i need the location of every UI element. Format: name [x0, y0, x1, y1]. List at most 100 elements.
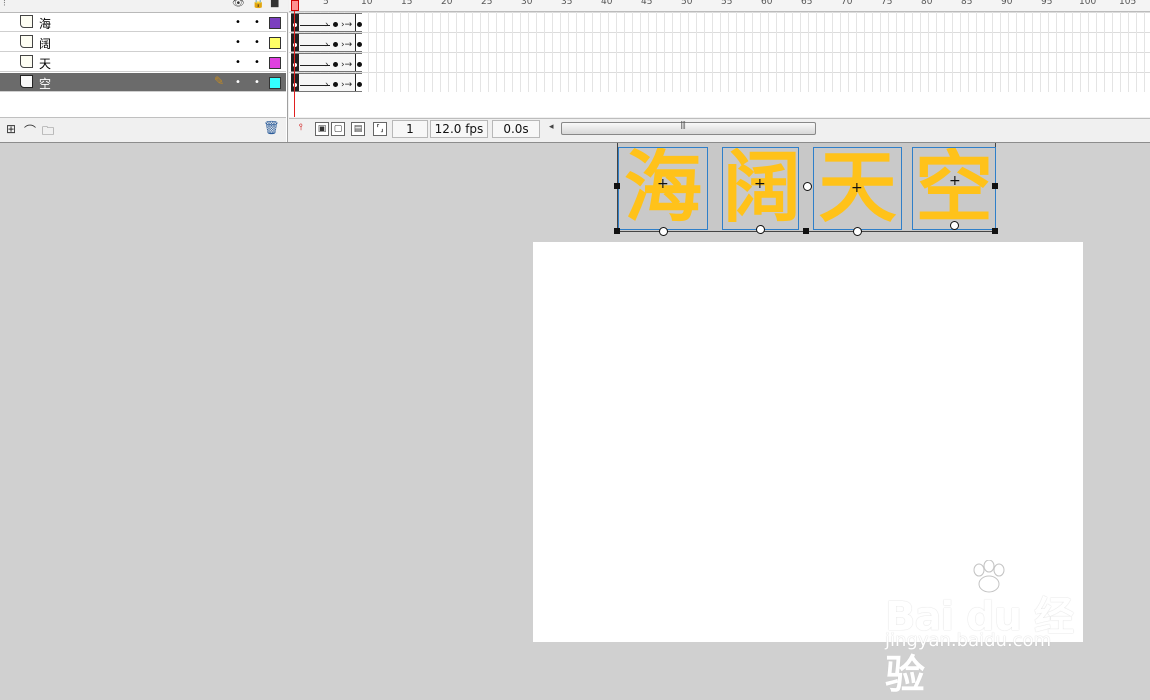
- onion-skin-icon[interactable]: ▣: [315, 122, 329, 136]
- layer-color-swatch[interactable]: [269, 77, 281, 89]
- layer-row-kong[interactable]: 空 ✎ • •: [0, 73, 286, 92]
- ruler-label: 95: [1041, 0, 1053, 7]
- layer-color-swatch[interactable]: [269, 37, 281, 49]
- start-keyframe[interactable]: [291, 54, 299, 71]
- arrowhead-icon: ›→: [341, 80, 353, 90]
- outline-icon[interactable]: ■: [270, 0, 279, 9]
- ruler-label: 35: [561, 0, 573, 7]
- start-keyframe[interactable]: [291, 74, 299, 91]
- transform-point[interactable]: [853, 227, 862, 236]
- horizontal-scrollbar[interactable]: |||: [561, 120, 816, 135]
- arrowhead-icon: ›→: [341, 60, 353, 70]
- resize-handle[interactable]: [803, 228, 809, 234]
- transform-point[interactable]: [756, 225, 765, 234]
- layer-icon: [20, 15, 33, 28]
- watermark-url: jingyan.baidu.com: [885, 630, 1052, 651]
- layer-row-hai[interactable]: 海 • •: [0, 13, 286, 32]
- center-frame-icon[interactable]: ⫯: [295, 122, 307, 134]
- ruler-label: 10: [361, 0, 373, 7]
- frames-area[interactable]: 5 10 15 20 25 30 35 40 45 50 55 60 65 70…: [289, 0, 1150, 117]
- start-keyframe[interactable]: [291, 34, 299, 51]
- keyframe[interactable]: [333, 22, 338, 27]
- layer-color-swatch[interactable]: [269, 57, 281, 69]
- baidu-jingyan-watermark: Bai du 经验 jingyan.baidu.com: [885, 560, 1085, 698]
- visibility-dot[interactable]: •: [235, 77, 241, 88]
- scroll-left-arrow-icon[interactable]: ◂: [549, 122, 554, 132]
- ruler-label: 90: [1001, 0, 1013, 7]
- registration-cross-icon[interactable]: +: [851, 180, 863, 196]
- visibility-dot[interactable]: •: [235, 37, 241, 48]
- lock-dot[interactable]: •: [254, 37, 260, 48]
- trash-icon[interactable]: 🗑: [263, 121, 280, 136]
- registration-cross-icon[interactable]: +: [949, 173, 961, 189]
- playhead-handle[interactable]: [291, 0, 299, 11]
- ruler-label: 5: [323, 0, 329, 7]
- new-folder-icon[interactable]: 🗀: [42, 122, 54, 143]
- transform-center-point[interactable]: [803, 182, 812, 191]
- ruler-label: 50: [681, 0, 693, 7]
- keyframe[interactable]: [333, 42, 338, 47]
- layer-color-swatch[interactable]: [269, 17, 281, 29]
- lock-dot[interactable]: •: [254, 57, 260, 68]
- lock-dot[interactable]: •: [254, 77, 260, 88]
- frame-grid[interactable]: [289, 12, 1150, 92]
- pencil-icon: ✎: [214, 74, 225, 88]
- resize-handle[interactable]: [992, 228, 998, 234]
- registration-cross-icon[interactable]: +: [754, 176, 766, 192]
- layer-row-tian[interactable]: 天 • •: [0, 53, 286, 72]
- ruler-label: 60: [761, 0, 773, 7]
- timeline-footer: ⫯ ▣ ▢ ▤ ⸢⸥ 1 12.0 fps 0.0s ◂ |||: [289, 118, 1150, 142]
- eye-icon[interactable]: 👁: [232, 0, 245, 9]
- layer-panel-header: ⁝ 👁 🔒 ■: [0, 0, 288, 13]
- layer-icon: [20, 75, 33, 88]
- ruler-label: 55: [721, 0, 733, 7]
- new-layer-icon[interactable]: ⊞: [6, 122, 16, 136]
- add-motion-guide-icon[interactable]: ⌒: [24, 122, 36, 139]
- lock-icon[interactable]: 🔒: [252, 0, 264, 9]
- end-keyframe[interactable]: [355, 14, 362, 31]
- frame-ruler[interactable]: 5 10 15 20 25 30 35 40 45 50 55 60 65 70…: [289, 0, 1150, 12]
- playhead-line: [294, 11, 295, 117]
- layer-row-kuo[interactable]: 阔 • •: [0, 33, 286, 52]
- arrowhead-icon: ›: [325, 40, 329, 50]
- ruler-label: 15: [401, 0, 413, 7]
- resize-handle[interactable]: [614, 183, 620, 189]
- ruler-label: 70: [841, 0, 853, 7]
- registration-cross-icon[interactable]: +: [657, 176, 669, 192]
- resize-handle[interactable]: [614, 228, 620, 234]
- ruler-label: 40: [601, 0, 613, 7]
- start-keyframe[interactable]: [291, 14, 299, 31]
- ruler-label: 105: [1119, 0, 1137, 7]
- arrowhead-icon: ›: [325, 60, 329, 70]
- scroll-grip-icon[interactable]: |||: [680, 120, 686, 129]
- tween-span[interactable]: › ›→: [291, 13, 362, 32]
- onion-skin-outlines-icon[interactable]: ▢: [331, 122, 345, 136]
- ruler-label: 30: [521, 0, 533, 7]
- ruler-label: 80: [921, 0, 933, 7]
- modify-onion-markers-icon[interactable]: ⸢⸥: [373, 122, 387, 136]
- frame-rate-field[interactable]: 12.0 fps: [430, 120, 488, 138]
- lock-dot[interactable]: •: [254, 17, 260, 28]
- transform-point[interactable]: [950, 221, 959, 230]
- resize-handle[interactable]: [992, 183, 998, 189]
- tween-span[interactable]: › ›→: [291, 33, 362, 52]
- keyframe[interactable]: [333, 62, 338, 67]
- tween-span[interactable]: › ›→: [291, 53, 362, 72]
- layer-icon: [20, 35, 33, 48]
- keyframe[interactable]: [333, 82, 338, 87]
- arrowhead-icon: ›→: [341, 40, 353, 50]
- end-keyframe[interactable]: [355, 34, 362, 51]
- ruler-label: 100: [1079, 0, 1097, 7]
- visibility-dot[interactable]: •: [235, 57, 241, 68]
- arrowhead-icon: ›: [325, 20, 329, 30]
- text-selection-group[interactable]: 海 阔 天 空 + + + +: [614, 143, 998, 236]
- end-keyframe[interactable]: [355, 74, 362, 91]
- edit-multiple-frames-icon[interactable]: ▤: [351, 122, 365, 136]
- layer-name: 海: [39, 17, 52, 31]
- current-frame-field[interactable]: 1: [392, 120, 428, 138]
- transform-point[interactable]: [659, 227, 668, 236]
- end-keyframe[interactable]: [355, 54, 362, 71]
- panel-grip-icon[interactable]: ⁝: [3, 0, 6, 9]
- visibility-dot[interactable]: •: [235, 17, 241, 28]
- tween-span[interactable]: › ›→: [291, 73, 362, 92]
